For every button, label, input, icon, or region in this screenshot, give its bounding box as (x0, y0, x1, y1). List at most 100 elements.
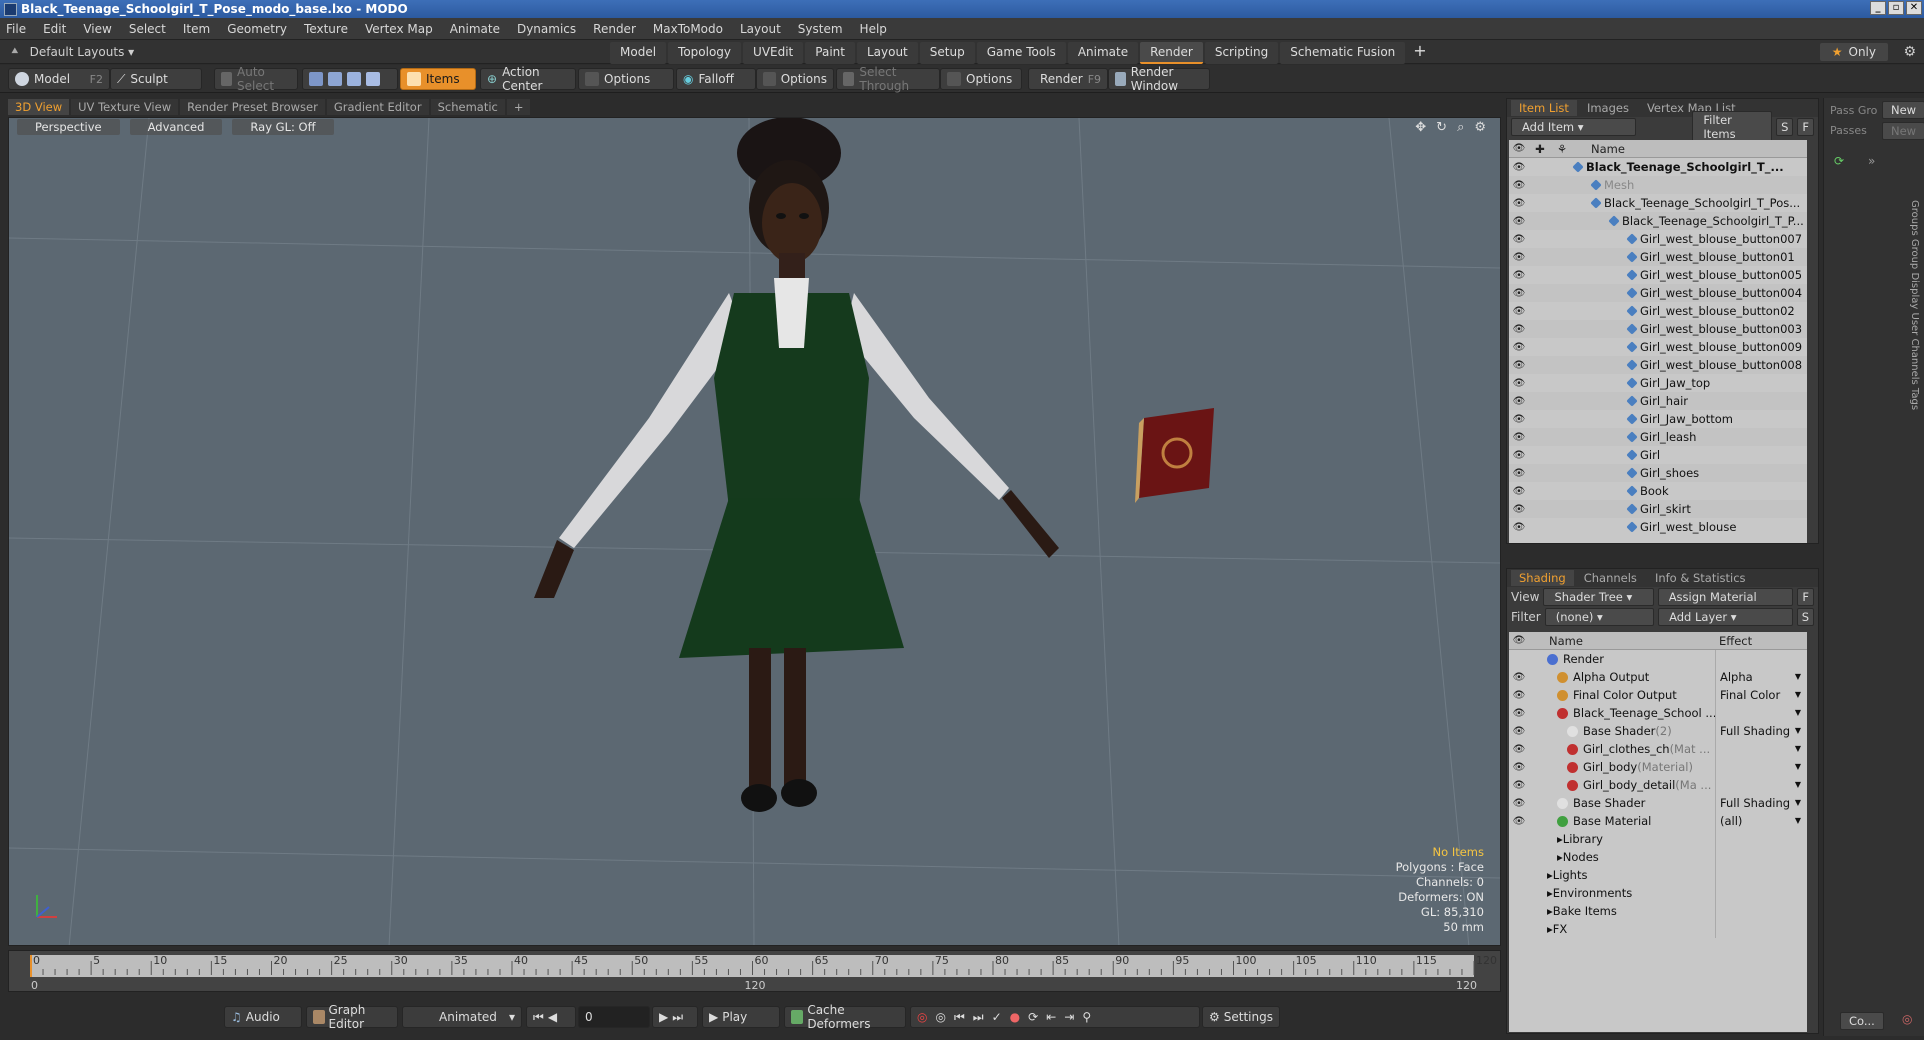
eye-icon[interactable]: 👁 (1509, 180, 1529, 191)
shader-effect[interactable] (1715, 830, 1805, 848)
render-button[interactable]: Render F9 (1028, 68, 1108, 90)
shading-tab-info-statistics[interactable]: Info & Statistics (1647, 570, 1754, 586)
eye-icon[interactable]: 👁 (1509, 234, 1529, 245)
auto-select-button[interactable]: Auto Select (214, 65, 298, 93)
cache-deformers-button[interactable]: Cache Deformers (784, 1003, 906, 1031)
jump-start-icon[interactable]: ⇤ (1046, 1010, 1056, 1024)
material-mode-icon[interactable] (366, 72, 380, 86)
step-forward-buttons[interactable]: ▶ ⏭ (652, 1006, 698, 1028)
filter-f-button[interactable]: F (1797, 118, 1814, 136)
item-row[interactable]: 👁 Black_Teenage_Schoolgirl_T_P... (1509, 212, 1807, 230)
eye-icon[interactable]: 👁 (1509, 432, 1529, 443)
filter-dropdown[interactable]: (none) ▾ (1544, 608, 1655, 626)
polygon-mode-icon[interactable] (347, 72, 361, 86)
items-mode-button[interactable]: Items (400, 68, 476, 90)
viewport-tab-gradient-editor[interactable]: Gradient Editor (326, 99, 429, 115)
eye-icon[interactable]: 👁 (1509, 378, 1529, 389)
assign-material-button[interactable]: Assign Material (1657, 588, 1794, 606)
add-viewport-tab-icon[interactable]: + (506, 99, 531, 115)
eye-icon[interactable]: 👁 (1509, 162, 1529, 173)
assign-f-button[interactable]: F (1797, 588, 1814, 606)
layout-tab-scripting[interactable]: Scripting (1204, 42, 1279, 64)
layout-tab-model[interactable]: Model (610, 42, 667, 64)
shader-effect[interactable] (1715, 650, 1805, 668)
shader-row[interactable]: 👁 Base Shader (2) Full Shading ▼ (1509, 722, 1807, 740)
skip-end-icon[interactable]: ⏭ (672, 1010, 683, 1025)
shader-row[interactable]: ▸ Nodes (1509, 848, 1807, 866)
eye-icon[interactable]: 👁 (1509, 450, 1529, 461)
eye-icon[interactable]: 👁 (1509, 288, 1529, 299)
eye-icon[interactable]: 👁 (1509, 816, 1529, 827)
viewport-tab-3d-view[interactable]: 3D View (8, 99, 70, 115)
item-row[interactable]: 👁 Girl (1509, 446, 1807, 464)
item-row[interactable]: 👁 Girl_west_blouse_button003 (1509, 320, 1807, 338)
shader-row[interactable]: 👁 Black_Teenage_School ... ▼ (1509, 704, 1807, 722)
skip-back-icon[interactable]: ⏮ (533, 1010, 544, 1025)
menu-select[interactable]: Select (129, 22, 166, 36)
menu-item[interactable]: Item (183, 22, 210, 36)
key-icon[interactable]: ✓ (992, 1010, 1002, 1024)
item-tab-item-list[interactable]: Item List (1511, 100, 1577, 116)
model-button[interactable]: Model F2 (8, 68, 110, 90)
shader-row[interactable]: ▸ FX (1509, 920, 1807, 938)
eye-icon[interactable]: 👁 (1509, 342, 1529, 353)
menu-dynamics[interactable]: Dynamics (517, 22, 576, 36)
menu-texture[interactable]: Texture (304, 22, 348, 36)
shader-row[interactable]: Render (1509, 650, 1807, 668)
menu-render[interactable]: Render (593, 22, 636, 36)
item-row[interactable]: 👁 Girl_west_blouse_button007 (1509, 230, 1807, 248)
menu-edit[interactable]: Edit (43, 22, 66, 36)
item-row[interactable]: 👁 Girl_west_blouse_button02 (1509, 302, 1807, 320)
eye-icon[interactable]: 👁 (1509, 198, 1529, 209)
effect-header[interactable]: Effect (1719, 634, 1752, 648)
eye-icon[interactable]: 👁 (1509, 780, 1529, 791)
edge-mode-icon[interactable] (328, 72, 342, 86)
timeline[interactable]: 0 5 10 15 20 25 30 35 40 45 50 55 60 65 70 75 80 85 90 95 10… (8, 950, 1501, 992)
eye-icon[interactable]: 👁 (1509, 708, 1529, 719)
jump-end-icon[interactable]: ⇥ (1064, 1010, 1074, 1024)
shading-tab-channels[interactable]: Channels (1576, 570, 1645, 586)
shader-effect[interactable]: Alpha ▼ (1715, 668, 1805, 686)
shading-tab-shading[interactable]: Shading (1511, 570, 1574, 586)
select-through-button[interactable]: Select Through (836, 65, 940, 93)
gear-icon[interactable]: ⚙ (1903, 44, 1916, 60)
shader-row[interactable]: 👁 Alpha Output Alpha ▼ (1509, 668, 1807, 686)
new-pass-group-button[interactable]: New (1882, 101, 1924, 119)
new-pass-button[interactable]: New (1882, 122, 1924, 140)
expand-icon[interactable]: » (1868, 154, 1875, 168)
item-list[interactable]: 👁 ✚ ⚘ Name 👁 Black_Teenage_Schoolgirl_T_... 👁… (1509, 140, 1807, 543)
shader-effect[interactable] (1715, 866, 1805, 884)
select-through-options[interactable]: Options (940, 68, 1022, 90)
item-row[interactable]: 👁 Black_Teenage_Schoolgirl_T_... (1509, 158, 1807, 176)
eye-icon[interactable]: 👁 (1509, 414, 1529, 425)
shader-effect[interactable]: Final Color ▼ (1715, 686, 1805, 704)
layout-tab-setup[interactable]: Setup (919, 42, 975, 64)
shader-row[interactable]: 👁 Final Color Output Final Color ▼ (1509, 686, 1807, 704)
shader-effect[interactable] (1715, 920, 1805, 938)
eye-icon[interactable]: 👁 (1509, 252, 1529, 263)
menu-maxtomodo[interactable]: MaxToModo (653, 22, 723, 36)
key-tools[interactable]: ◎ ◎ ⏮ ⏭ ✓ ● ⟳ ⇤ ⇥ ⚲ (910, 1006, 1200, 1028)
layout-tab-paint[interactable]: Paint (805, 42, 855, 64)
item-row[interactable]: 👁 Girl_west_blouse_button004 (1509, 284, 1807, 302)
layout-pin-icon[interactable]: ⯅ (10, 44, 20, 59)
co-button[interactable]: Co... (1840, 1012, 1884, 1030)
next-key-icon[interactable]: ⏭ (973, 1010, 984, 1025)
eye-icon[interactable]: 👁 (1509, 690, 1529, 701)
shader-row[interactable]: ▸ Bake Items (1509, 902, 1807, 920)
shader-effect[interactable] (1715, 902, 1805, 920)
shader-effect[interactable] (1715, 884, 1805, 902)
minimize-button[interactable]: _ (1870, 1, 1886, 15)
shader-effect[interactable]: ▼ (1715, 704, 1805, 722)
viewport-tab-uv-texture-view[interactable]: UV Texture View (71, 99, 179, 115)
record-icon[interactable]: ◎ (1902, 1012, 1912, 1026)
layout-tab-uvedit[interactable]: UVEdit (743, 42, 804, 64)
eye-icon[interactable]: 👁 (1509, 324, 1529, 335)
eye-icon[interactable]: 👁 (1509, 216, 1529, 227)
shader-row[interactable]: ▸ Library (1509, 830, 1807, 848)
graph-editor-button[interactable]: Graph Editor (306, 1003, 398, 1031)
name-column-header[interactable]: Name (1591, 142, 1625, 156)
frame-input[interactable]: 0 (578, 1006, 650, 1028)
eye-icon[interactable]: 👁 (1509, 306, 1529, 317)
item-row[interactable]: 👁 Girl_hair (1509, 392, 1807, 410)
